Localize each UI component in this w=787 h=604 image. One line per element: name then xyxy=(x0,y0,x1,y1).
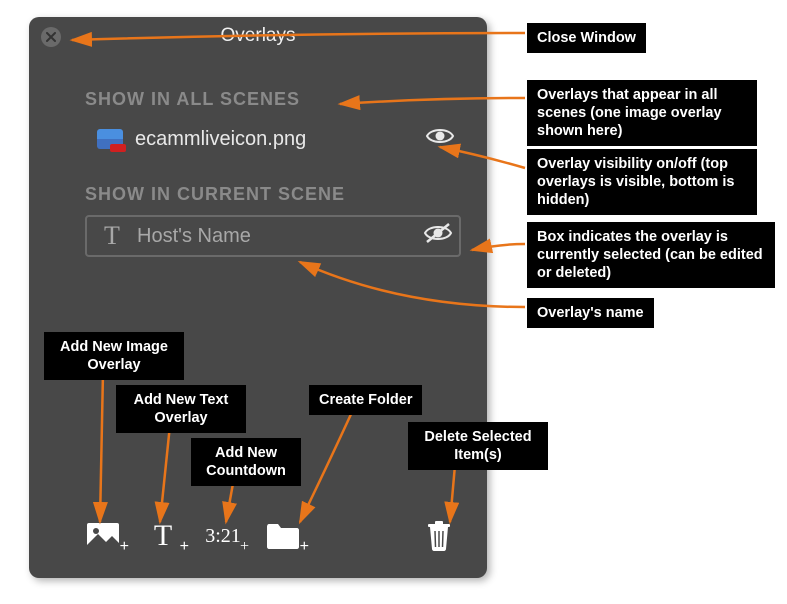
image-thumbnail-icon xyxy=(95,129,125,149)
plus-icon: + xyxy=(300,538,309,556)
close-icon xyxy=(46,32,56,42)
annotation-selected-box: Box indicates the overlay is currently s… xyxy=(527,222,775,288)
overlay-row-image[interactable]: ecammliveicon.png xyxy=(85,120,461,158)
annotation-delete: Delete Selected Item(s) xyxy=(408,422,548,470)
create-folder-button[interactable]: + xyxy=(261,516,305,556)
panel-title: Overlays xyxy=(221,25,296,47)
add-text-overlay-button[interactable]: T + xyxy=(141,516,185,556)
delete-button[interactable] xyxy=(417,516,461,556)
overlay-label: ecammliveicon.png xyxy=(135,128,451,151)
section-header-current-scene: SHOW IN CURRENT SCENE xyxy=(85,184,487,205)
annotation-overlay-name: Overlay's name xyxy=(527,298,654,328)
annotation-add-countdown: Add New Countdown xyxy=(191,438,301,486)
plus-icon: + xyxy=(120,538,129,556)
annotation-add-image: Add New Image Overlay xyxy=(44,332,184,380)
overlay-row-text-selected[interactable]: T Host's Name xyxy=(85,215,461,257)
annotation-close-window: Close Window xyxy=(527,23,646,53)
annotation-all-scenes: Overlays that appear in all scenes (one … xyxy=(527,80,757,146)
text-overlay-icon: T xyxy=(97,221,127,251)
titlebar: Overlays xyxy=(29,17,487,55)
visibility-toggle-off[interactable] xyxy=(423,222,453,250)
add-image-overlay-button[interactable]: + xyxy=(81,516,125,556)
trash-icon xyxy=(427,521,451,551)
plus-icon: + xyxy=(180,538,189,556)
section-header-all-scenes: SHOW IN ALL SCENES xyxy=(85,89,487,110)
plus-icon: + xyxy=(240,538,249,556)
countdown-icon: 3:21 xyxy=(205,525,241,548)
toolbar: + T + 3:21 + + xyxy=(81,516,461,556)
close-button[interactable] xyxy=(41,27,61,47)
text-icon: T xyxy=(154,519,172,553)
overlays-panel: Overlays SHOW IN ALL SCENES ecammliveico… xyxy=(29,17,487,578)
folder-icon xyxy=(266,523,300,549)
add-countdown-button[interactable]: 3:21 + xyxy=(201,516,245,556)
annotation-visibility: Overlay visibility on/off (top overlays … xyxy=(527,149,757,215)
visibility-toggle-on[interactable] xyxy=(425,125,455,153)
overlay-label: Host's Name xyxy=(137,225,449,248)
annotation-add-text: Add New Text Overlay xyxy=(116,385,246,433)
image-icon xyxy=(86,522,120,550)
annotation-create-folder: Create Folder xyxy=(309,385,422,415)
eye-icon xyxy=(425,125,455,147)
eye-slash-icon xyxy=(423,222,453,244)
